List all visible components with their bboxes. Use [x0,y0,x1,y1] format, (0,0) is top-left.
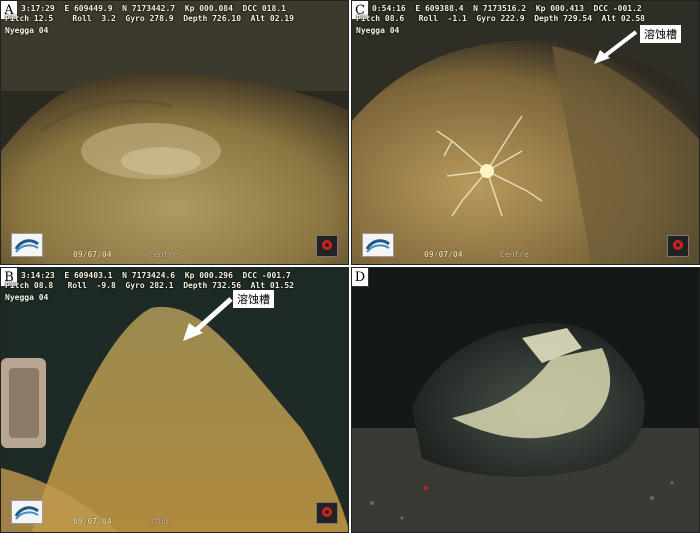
rov-logo-icon [362,233,394,257]
statoil-logo-icon [316,235,338,257]
date-stamp: 09/07/04 [73,517,112,526]
seafloor-mound-photo-b [1,268,348,532]
seafloor-mound-photo-a [1,1,348,264]
panel-b: B 3:14:23 E 609403.1 N 7173424.6 Kp 000.… [0,267,349,533]
telemetry-line-1: 3:14:23 E 609403.1 N 7173424.6 Kp 000.29… [21,271,291,280]
panel-c: C 0:54:16 E 609388.4 N 7173516.2 Kp 000.… [351,0,700,265]
camera-name: Centre [149,250,178,259]
telemetry-line-1: 3:17:29 E 609449.9 N 7173442.7 Kp 000.08… [21,4,286,13]
panel-label-d: D [352,268,369,287]
date-stamp: 09/07/04 [424,250,463,259]
camera-name: stbd [149,517,169,526]
statoil-logo-icon [667,235,689,257]
panel-a: A 3:17:29 E 609449.9 N 7173442.7 Kp 000.… [0,0,349,265]
dissolution-groove-label: 溶蚀槽 [233,290,274,308]
telemetry-line-2: Pitch 12.5 Roll 3.2 Gyro 278.9 Depth 726… [5,14,294,23]
date-stamp: 09/07/04 [73,250,112,259]
camera-name: Centre [500,250,529,259]
rov-logo-icon [11,233,43,257]
site-name: Nyegga 04 [356,26,400,35]
rov-logo-icon [11,500,43,524]
arrow-icon [183,297,233,341]
panel-d: D [351,267,700,533]
site-name: Nyegga 04 [5,293,49,302]
seafloor-rock-photo-d [352,268,699,532]
telemetry-line-1: 0:54:16 E 609388.4 N 7173516.2 Kp 000.41… [372,4,642,13]
dissolution-groove-label: 溶蚀槽 [640,25,681,43]
telemetry-line-2: Pitch 08.6 Roll -1.1 Gyro 222.9 Depth 72… [356,14,645,23]
arrow-icon [594,30,638,64]
statoil-logo-icon [316,502,338,524]
site-name: Nyegga 04 [5,26,49,35]
